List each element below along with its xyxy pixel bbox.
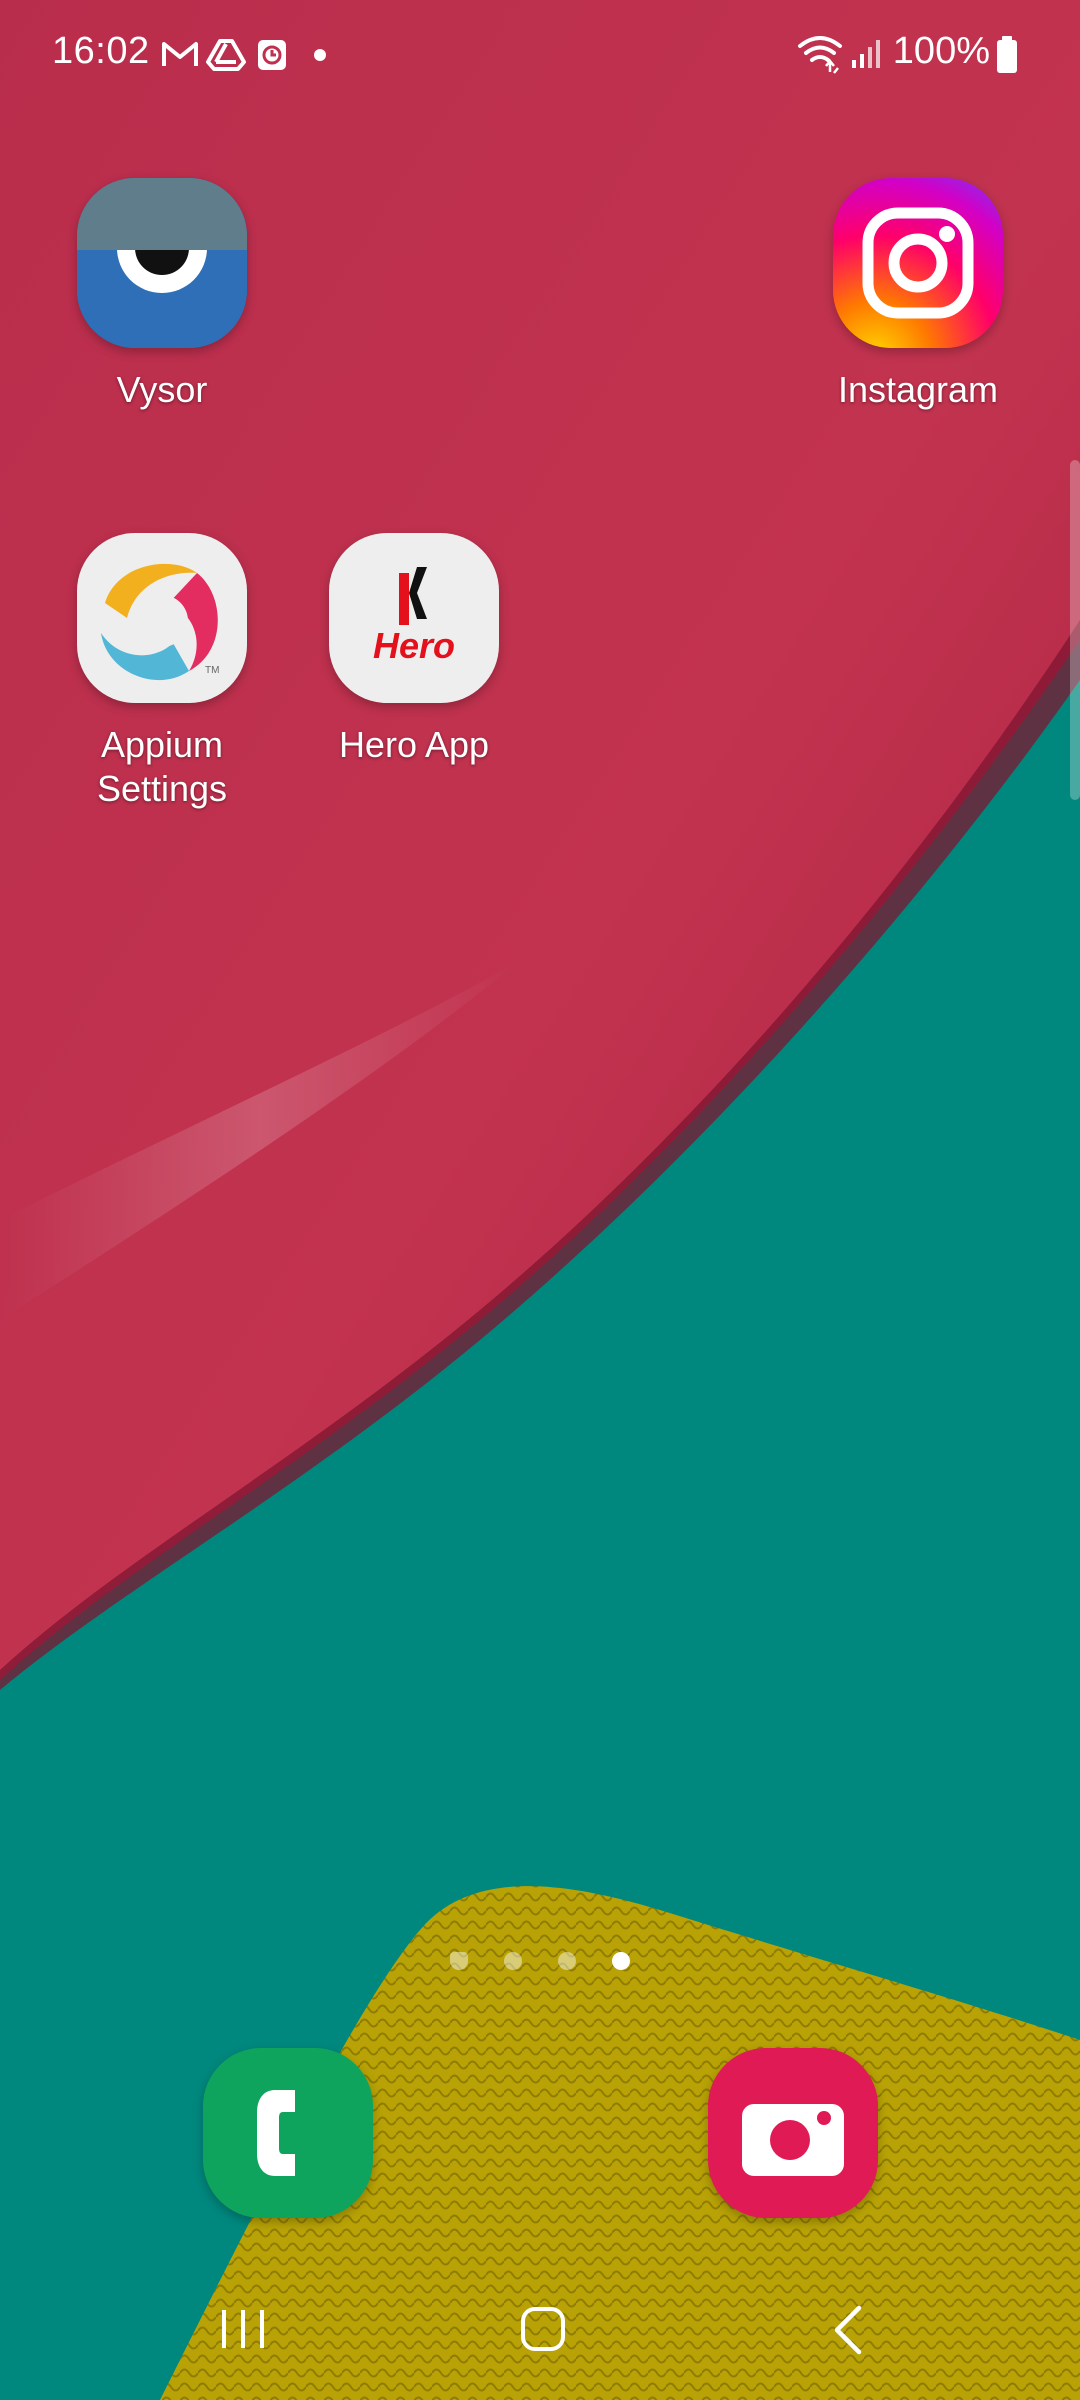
navigation-bar — [0, 2280, 1080, 2380]
app-label: Instagram — [837, 369, 999, 410]
back-button[interactable] — [767, 2280, 927, 2380]
home-button[interactable] — [463, 2280, 623, 2380]
app-instagram[interactable]: Instagram — [793, 178, 1043, 412]
app-label: Vysor — [116, 369, 208, 410]
instagram-icon — [833, 178, 1003, 348]
dock-phone-button[interactable] — [203, 2048, 373, 2218]
app-label: Appium Settings — [96, 724, 228, 809]
status-bar: 16:02 100% — [0, 0, 1080, 110]
app-label: Hero App — [338, 724, 490, 765]
drive-icon — [206, 38, 246, 77]
page-indicator[interactable] — [440, 1945, 640, 1975]
page-dot-home[interactable] — [450, 1952, 468, 1970]
gmail-icon — [160, 38, 200, 75]
dock-camera-button[interactable] — [708, 2048, 878, 2218]
signal-icon — [850, 38, 882, 75]
scroll-handle[interactable] — [1070, 460, 1080, 800]
hero-icon: Hero — [329, 533, 499, 703]
phone-icon — [257, 2090, 295, 2176]
hero-logo-text: Hero — [372, 625, 456, 666]
page-dot[interactable] — [558, 1952, 576, 1970]
camera-icon — [742, 2104, 844, 2176]
more-notifications-dot-icon — [314, 48, 326, 66]
app-hero[interactable]: Hero Hero App — [289, 533, 539, 767]
recent-apps-icon — [222, 2310, 264, 2348]
wifi-icon — [796, 34, 844, 79]
svg-text:TM: TM — [205, 665, 219, 676]
clock-app-icon — [256, 38, 288, 77]
recent-apps-button[interactable] — [163, 2280, 323, 2380]
status-time: 16:02 — [52, 30, 150, 72]
battery-icon — [996, 36, 1018, 79]
battery-percentage: 100% — [892, 30, 990, 72]
app-appium-settings[interactable]: TM Appium Settings — [37, 533, 287, 811]
page-dot-active[interactable] — [612, 1952, 630, 1970]
app-vysor[interactable]: Vysor — [37, 178, 287, 412]
page-dot[interactable] — [504, 1952, 522, 1970]
vysor-icon — [77, 178, 247, 348]
home-icon — [521, 2307, 565, 2351]
appium-icon: TM — [77, 533, 247, 703]
back-icon — [834, 2305, 862, 2355]
